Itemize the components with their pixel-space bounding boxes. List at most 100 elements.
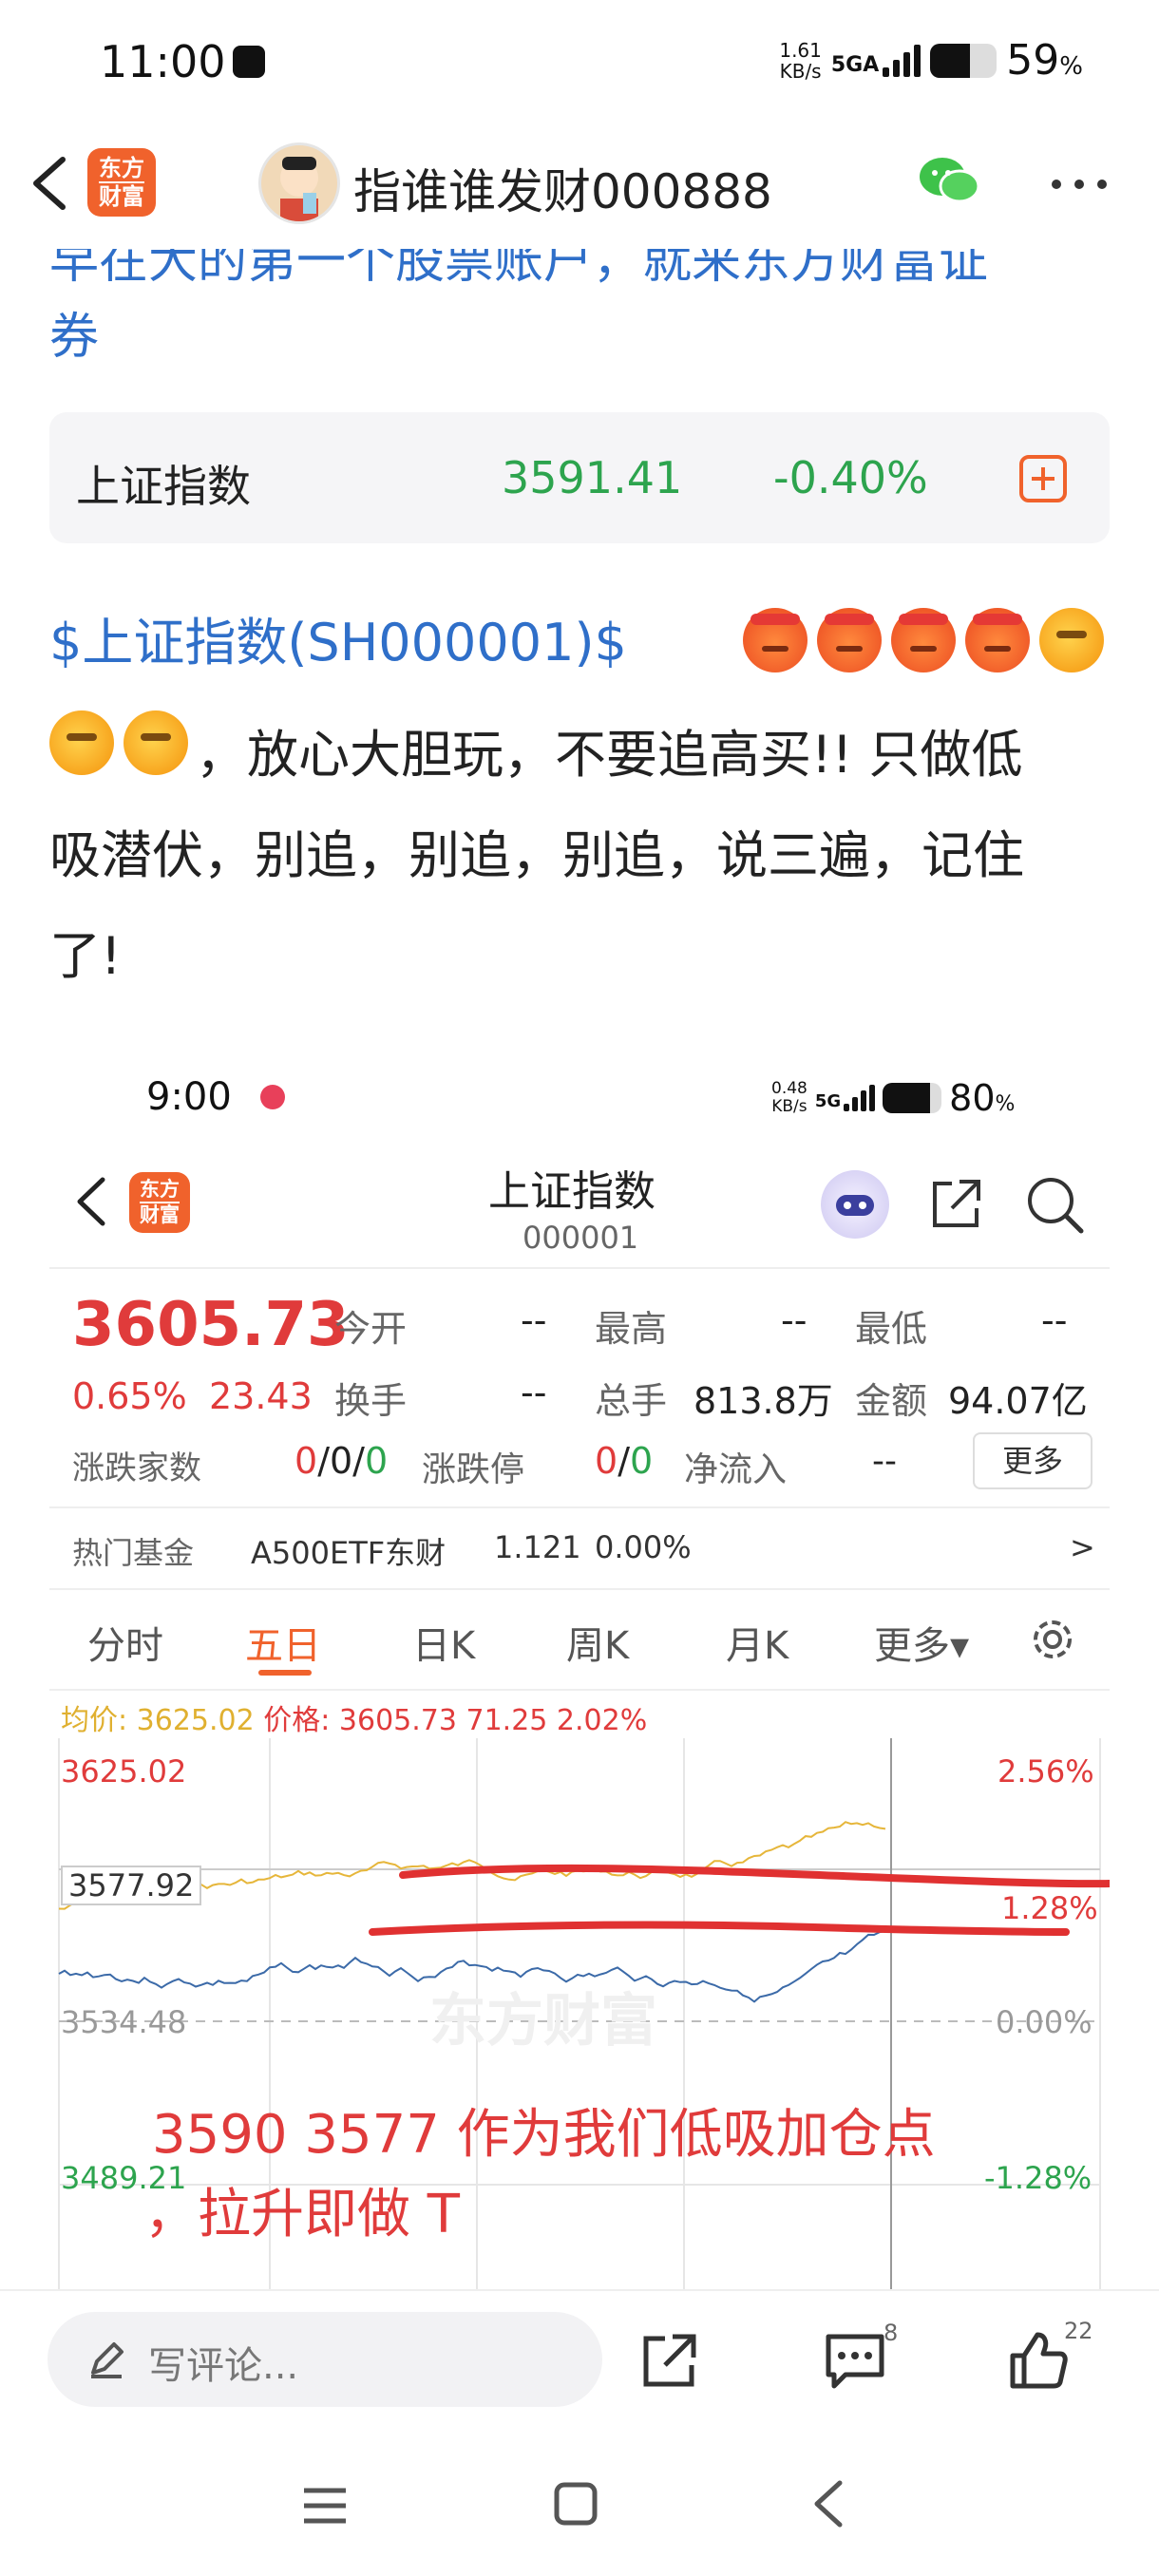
home-square-icon[interactable] (553, 2481, 598, 2527)
post-line-4: 了! (49, 926, 122, 986)
y-right-3: -1.28% (984, 2160, 1092, 2196)
wechat-icon[interactable] (916, 152, 984, 209)
back-arrow-icon[interactable] (21, 150, 78, 217)
settings-gear-icon[interactable] (1026, 1613, 1079, 1666)
fund-price: 1.121 (494, 1529, 581, 1565)
y-left-0: 3625.02 (61, 1753, 187, 1790)
app-icon (260, 1085, 285, 1109)
chart-legend: 均价: 3625.02 价格: 3605.73 71.25 2.02% (61, 1704, 648, 1737)
embedded-screenshot[interactable]: 9:00 0.48 KB/s 5G 80% 东方 财富 上证指数 000001 36… (49, 1054, 1110, 2289)
avatar[interactable] (258, 142, 340, 224)
like-icon[interactable] (1007, 2329, 1070, 2392)
volume-label: 总手 (595, 1380, 668, 1422)
menu-icon[interactable] (302, 2487, 348, 2525)
y-right-0: 2.56% (998, 1753, 1094, 1790)
share-icon[interactable] (638, 2331, 699, 2392)
more-dots-icon[interactable] (1049, 177, 1110, 190)
fund-pct: 0.00% (595, 1529, 692, 1565)
low-value: -- (1041, 1299, 1068, 1341)
angry-emoji-icon (891, 608, 956, 672)
signal-icon: 5GA (831, 44, 922, 77)
like-count: 22 (1064, 2318, 1093, 2344)
app-logo[interactable]: 东方 财富 (87, 148, 156, 217)
wink-emoji-icon (1039, 608, 1104, 672)
turnover-label: 换手 (334, 1380, 408, 1422)
status-time: 11:00 (100, 36, 226, 87)
low-label: 最低 (855, 1308, 928, 1350)
pencil-icon (86, 2339, 127, 2380)
share-icon[interactable] (927, 1176, 984, 1233)
emoji-row-1 (743, 608, 1104, 672)
limit-label: 涨跌停 (422, 1450, 525, 1489)
post-cut-text: 早在大的第一个股票账户，就来东方财富证 (49, 249, 989, 290)
amount-value: 94.07亿 (948, 1380, 1088, 1422)
username[interactable]: 指谁谁发财000888 (353, 154, 772, 222)
tiktok-icon (233, 46, 265, 78)
more-button[interactable]: 更多 (973, 1432, 1092, 1489)
netflow-label: 净流入 (684, 1450, 788, 1489)
index-price: 3591.41 (502, 452, 683, 503)
wink-emoji-icon (49, 710, 114, 775)
tab-more[interactable]: 更多▾ (874, 1615, 969, 1670)
embedded-price: 3605.73 (72, 1290, 350, 1360)
index-change: -0.40% (773, 452, 928, 503)
comment-placeholder: 写评论... (148, 2344, 299, 2388)
network-speed: 1.61 KB/s (779, 38, 822, 83)
tab-five-day[interactable]: 五日 (245, 1615, 321, 1670)
high-label: 最高 (595, 1308, 668, 1350)
comment-icon[interactable] (823, 2331, 887, 2392)
y-right-1: 1.28% (1001, 1890, 1098, 1926)
tab-week-k[interactable]: 周K (566, 1615, 629, 1670)
breadth-value: 0/0/0 (294, 1440, 389, 1482)
hot-fund-row[interactable]: 热门基金 A500ETF东财 1.121 0.00% > (72, 1529, 1098, 1577)
embedded-back-icon[interactable] (70, 1170, 112, 1233)
comment-count: 8 (884, 2320, 899, 2346)
tab-fenshi[interactable]: 分时 (87, 1615, 163, 1670)
embedded-status-time: 9:00 (146, 1075, 232, 1119)
y-left-1: 3577.92 (61, 1866, 202, 1905)
robot-icon[interactable] (821, 1170, 889, 1239)
angry-emoji-icon (743, 608, 808, 672)
comment-input[interactable]: 写评论... (48, 2312, 602, 2407)
embedded-code: 000001 (522, 1220, 639, 1256)
embedded-app-logo[interactable]: 东方 财富 (129, 1172, 190, 1233)
volume-value: 813.8万 (694, 1380, 833, 1422)
status-icons: 1.61 KB/s 5GA 59% (779, 36, 1083, 85)
embedded-pct: 0.65% (72, 1375, 187, 1417)
watermark: 东方财富 (429, 1988, 657, 2055)
fund-label: 热门基金 (72, 1535, 195, 1571)
chart-area[interactable]: 东方财富 3625.02 3577.92 3534.48 3489.21 2.5… (49, 1738, 1110, 2289)
fund-name: A500ETF东财 (251, 1535, 446, 1571)
add-square-icon[interactable] (1018, 454, 1068, 503)
open-label: 今开 (334, 1308, 408, 1350)
embedded-title: 上证指数 (488, 1167, 656, 1216)
turnover-value: -- (521, 1372, 547, 1413)
search-icon[interactable] (1024, 1174, 1085, 1235)
wink-emoji-icon (124, 710, 188, 775)
system-back-icon[interactable] (809, 2479, 847, 2529)
post-cut-text-2: 券 (49, 309, 100, 366)
annotation-line-1: 3590 3577 作为我们低吸加仓点 (152, 2104, 936, 2166)
netflow-value: -- (872, 1442, 897, 1481)
index-name: 上证指数 (76, 461, 251, 512)
amount-label: 金额 (855, 1380, 928, 1422)
annotation-line-2: ，拉升即做 T (144, 2184, 461, 2245)
post-line-3: 吸潜伏，别追，别追，别追，说三遍，记住 (49, 825, 1024, 885)
breadth-label: 涨跌家数 (72, 1449, 201, 1487)
high-value: -- (781, 1299, 808, 1341)
y-right-2: 0.00% (996, 2004, 1092, 2040)
tab-month-k[interactable]: 月K (726, 1615, 788, 1670)
battery-icon (930, 43, 998, 78)
limit-value: 0/0 (595, 1440, 654, 1482)
index-card[interactable]: 上证指数 3591.41 -0.40% (49, 412, 1110, 543)
post-line-2: ，放心大胆玩，不要追高买!! 只做低 (196, 725, 1023, 785)
emoji-row-2 (49, 710, 188, 775)
y-left-2: 3534.48 (61, 2004, 187, 2040)
open-value: -- (521, 1299, 547, 1341)
stock-link[interactable]: $上证指数(SH000001)$ (49, 613, 627, 672)
embedded-change: 23.43 (209, 1375, 313, 1417)
chevron-right-icon: > (1070, 1529, 1095, 1565)
embedded-status-icons: 0.48 KB/s 5G 80% (771, 1077, 1016, 1119)
angry-emoji-icon (965, 608, 1030, 672)
tab-day-k[interactable]: 日K (412, 1615, 475, 1670)
